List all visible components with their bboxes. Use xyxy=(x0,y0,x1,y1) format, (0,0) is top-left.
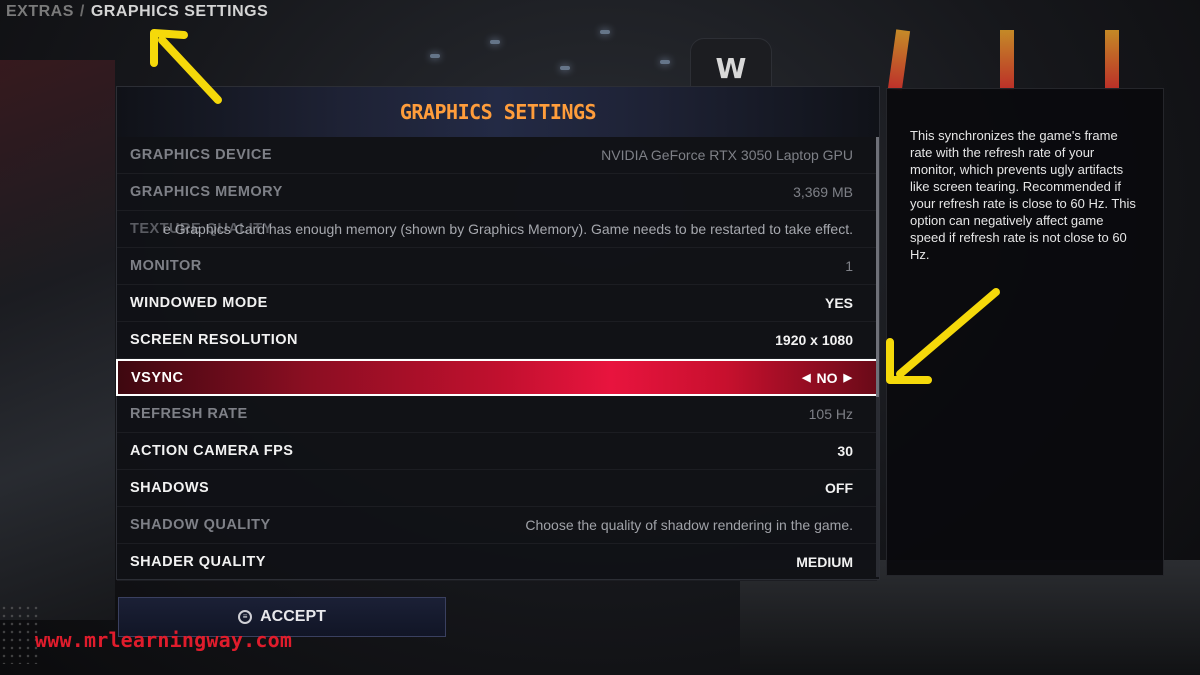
watermark: www.mrlearningway.com xyxy=(35,628,293,652)
setting-row-vsync[interactable]: VSYNC ◀ NO ▶ xyxy=(116,359,878,396)
setting-label: SCREEN RESOLUTION xyxy=(130,332,299,348)
setting-label: SHADOW QUALITY xyxy=(130,517,271,533)
setting-label: ACTION CAMERA FPS xyxy=(130,443,294,459)
setting-label: SHADOWS xyxy=(130,480,210,496)
setting-label: SHADER QUALITY xyxy=(130,554,266,570)
background-light-rig xyxy=(887,29,911,91)
setting-value[interactable]: YES xyxy=(825,295,853,311)
setting-row-shadow-quality: SHADOW QUALITY Choose the quality of sha… xyxy=(117,507,877,544)
breadcrumb-separator: / xyxy=(79,3,85,20)
menu-circle-icon: ≡ xyxy=(238,610,253,624)
background-light xyxy=(660,60,670,64)
background-light xyxy=(430,54,440,58)
setting-value: NO xyxy=(816,369,838,386)
arrow-right-icon[interactable]: ▶ xyxy=(844,371,852,384)
setting-label: MONITOR xyxy=(130,258,202,274)
scrollbar[interactable] xyxy=(876,137,879,577)
setting-value[interactable]: OFF xyxy=(825,480,853,496)
setting-row-action-camera-fps[interactable]: ACTION CAMERA FPS 30 xyxy=(117,433,877,470)
setting-hint-text: e Graphics Card has enough memory (shown… xyxy=(163,221,853,237)
accept-label: ACCEPT xyxy=(260,608,326,625)
setting-value: 105 Hz xyxy=(808,406,853,422)
setting-selector[interactable]: ◀ NO ▶ xyxy=(802,370,852,386)
panel-title: GRAPHICS SETTINGS xyxy=(399,100,597,124)
setting-row-graphics-memory: GRAPHICS MEMORY 3,369 MB xyxy=(117,174,877,211)
setting-value: 3,369 MB xyxy=(793,184,853,200)
setting-value[interactable]: MEDIUM xyxy=(796,554,853,570)
background-dot-pattern xyxy=(0,604,40,664)
background-light xyxy=(600,30,610,34)
arrow-left-icon[interactable]: ◀ xyxy=(802,371,810,384)
background-light xyxy=(490,40,500,44)
panel-header: GRAPHICS SETTINGS xyxy=(117,87,879,137)
breadcrumb-parent[interactable]: EXTRAS xyxy=(6,3,74,20)
setting-label: VSYNC xyxy=(131,369,184,386)
description-panel: This synchronizes the game's frame rate … xyxy=(886,88,1164,576)
background-light xyxy=(560,66,570,70)
setting-value: 1 xyxy=(845,258,853,274)
setting-row-shadows[interactable]: SHADOWS OFF xyxy=(117,470,877,507)
setting-row-monitor: MONITOR 1 xyxy=(117,248,877,285)
setting-row-screen-resolution[interactable]: SCREEN RESOLUTION 1920 x 1080 xyxy=(117,322,877,359)
setting-value[interactable]: 1920 x 1080 xyxy=(775,332,853,348)
setting-label: WINDOWED MODE xyxy=(130,295,268,311)
scrollbar-thumb[interactable] xyxy=(876,137,879,397)
setting-hint-text: Choose the quality of shadow rendering i… xyxy=(525,517,853,533)
background-left-banner xyxy=(0,60,115,620)
setting-value[interactable]: 30 xyxy=(837,443,853,459)
setting-label: GRAPHICS DEVICE xyxy=(130,147,273,163)
breadcrumb: EXTRAS / GRAPHICS SETTINGS xyxy=(6,3,268,21)
setting-row-texture-quality: TEXTURE QUALITY e Graphics Card has enou… xyxy=(117,211,877,248)
background-light-rig xyxy=(1000,30,1014,90)
setting-row-refresh-rate: REFRESH RATE 105 Hz xyxy=(117,396,877,433)
breadcrumb-current: GRAPHICS SETTINGS xyxy=(90,3,269,20)
setting-row-windowed-mode[interactable]: WINDOWED MODE YES xyxy=(117,285,877,322)
background-light-rig xyxy=(1105,30,1119,90)
setting-label: GRAPHICS MEMORY xyxy=(130,184,283,200)
setting-label: REFRESH RATE xyxy=(130,406,248,422)
setting-value: NVIDIA GeForce RTX 3050 Laptop GPU xyxy=(601,147,853,163)
setting-description: This synchronizes the game's frame rate … xyxy=(910,128,1136,262)
setting-row-shader-quality[interactable]: SHADER QUALITY MEDIUM xyxy=(117,544,877,581)
setting-row-graphics-device: GRAPHICS DEVICE NVIDIA GeForce RTX 3050 … xyxy=(117,137,877,174)
settings-list: GRAPHICS DEVICE NVIDIA GeForce RTX 3050 … xyxy=(116,137,878,581)
settings-panel: GRAPHICS SETTINGS GRAPHICS DEVICE NVIDIA… xyxy=(116,86,880,581)
